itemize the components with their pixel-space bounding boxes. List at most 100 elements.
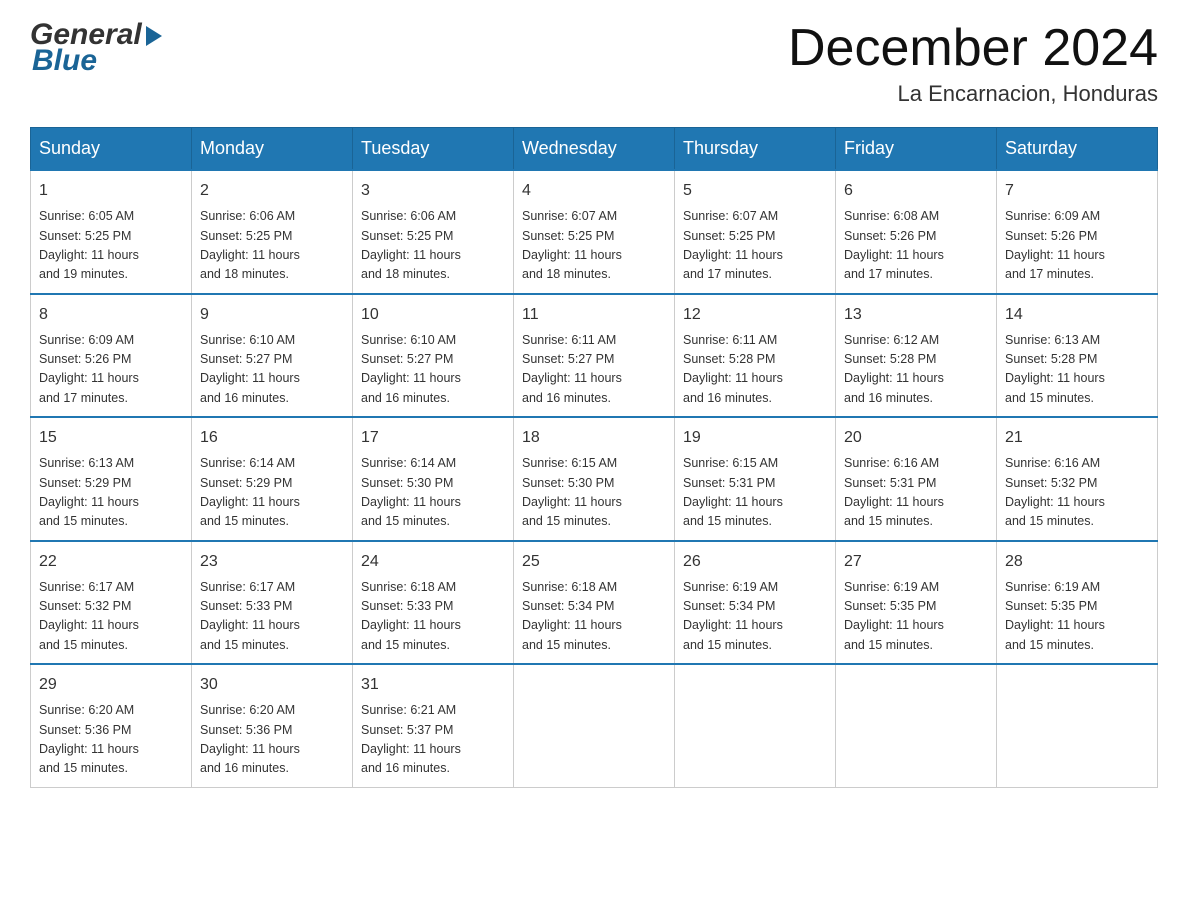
day-number: 15 — [39, 426, 183, 450]
calendar-day-cell: 26 Sunrise: 6:19 AMSunset: 5:34 PMDayligh… — [675, 541, 836, 665]
logo-chevron-icon — [146, 26, 162, 46]
day-number: 1 — [39, 179, 183, 203]
day-info: Sunrise: 6:08 AMSunset: 5:26 PMDaylight:… — [844, 207, 988, 285]
calendar-day-header: Monday — [192, 128, 353, 171]
day-info: Sunrise: 6:11 AMSunset: 5:28 PMDaylight:… — [683, 331, 827, 409]
day-info: Sunrise: 6:21 AMSunset: 5:37 PMDaylight:… — [361, 701, 505, 779]
day-number: 21 — [1005, 426, 1149, 450]
calendar-day-cell — [997, 664, 1158, 787]
calendar-day-cell: 19 Sunrise: 6:15 AMSunset: 5:31 PMDayligh… — [675, 417, 836, 541]
calendar-day-cell: 30 Sunrise: 6:20 AMSunset: 5:36 PMDayligh… — [192, 664, 353, 787]
calendar-day-cell: 31 Sunrise: 6:21 AMSunset: 5:37 PMDayligh… — [353, 664, 514, 787]
day-info: Sunrise: 6:10 AMSunset: 5:27 PMDaylight:… — [361, 331, 505, 409]
day-number: 16 — [200, 426, 344, 450]
day-info: Sunrise: 6:15 AMSunset: 5:31 PMDaylight:… — [683, 454, 827, 532]
day-info: Sunrise: 6:17 AMSunset: 5:33 PMDaylight:… — [200, 578, 344, 656]
day-number: 31 — [361, 673, 505, 697]
day-number: 9 — [200, 303, 344, 327]
day-number: 10 — [361, 303, 505, 327]
day-info: Sunrise: 6:19 AMSunset: 5:34 PMDaylight:… — [683, 578, 827, 656]
day-number: 19 — [683, 426, 827, 450]
day-number: 30 — [200, 673, 344, 697]
day-info: Sunrise: 6:20 AMSunset: 5:36 PMDaylight:… — [39, 701, 183, 779]
calendar-day-cell — [675, 664, 836, 787]
calendar-day-cell: 1 Sunrise: 6:05 AMSunset: 5:25 PMDaylight… — [31, 170, 192, 294]
calendar-day-cell: 14 Sunrise: 6:13 AMSunset: 5:28 PMDayligh… — [997, 294, 1158, 418]
calendar-week-row: 15 Sunrise: 6:13 AMSunset: 5:29 PMDayligh… — [31, 417, 1158, 541]
day-number: 20 — [844, 426, 988, 450]
day-number: 22 — [39, 550, 183, 574]
calendar-day-cell: 24Sunrise: 6:18 AMSunset: 5:33 PMDayligh… — [353, 541, 514, 665]
day-number: 26 — [683, 550, 827, 574]
calendar-day-cell: 21 Sunrise: 6:16 AMSunset: 5:32 PMDayligh… — [997, 417, 1158, 541]
day-info: Sunrise: 6:16 AMSunset: 5:31 PMDaylight:… — [844, 454, 988, 532]
day-number: 14 — [1005, 303, 1149, 327]
day-info: Sunrise: 6:13 AMSunset: 5:29 PMDaylight:… — [39, 454, 183, 532]
day-info: Sunrise: 6:19 AMSunset: 5:35 PMDaylight:… — [1005, 578, 1149, 656]
day-number: 11 — [522, 303, 666, 327]
day-number: 6 — [844, 179, 988, 203]
day-info: Sunrise: 6:09 AMSunset: 5:26 PMDaylight:… — [1005, 207, 1149, 285]
calendar-header-row: SundayMondayTuesdayWednesdayThursdayFrid… — [31, 128, 1158, 171]
day-info: Sunrise: 6:16 AMSunset: 5:32 PMDaylight:… — [1005, 454, 1149, 532]
day-number: 12 — [683, 303, 827, 327]
calendar-day-cell: 5Sunrise: 6:07 AMSunset: 5:25 PMDaylight… — [675, 170, 836, 294]
calendar-day-cell: 23 Sunrise: 6:17 AMSunset: 5:33 PMDayligh… — [192, 541, 353, 665]
day-info: Sunrise: 6:18 AMSunset: 5:33 PMDaylight:… — [361, 578, 505, 656]
day-info: Sunrise: 6:15 AMSunset: 5:30 PMDaylight:… — [522, 454, 666, 532]
day-number: 29 — [39, 673, 183, 697]
day-info: Sunrise: 6:06 AMSunset: 5:25 PMDaylight:… — [200, 207, 344, 285]
day-number: 23 — [200, 550, 344, 574]
day-info: Sunrise: 6:07 AMSunset: 5:25 PMDaylight:… — [522, 207, 666, 285]
calendar-day-cell: 6 Sunrise: 6:08 AMSunset: 5:26 PMDaylight… — [836, 170, 997, 294]
day-info: Sunrise: 6:20 AMSunset: 5:36 PMDaylight:… — [200, 701, 344, 779]
calendar-day-header: Friday — [836, 128, 997, 171]
day-number: 25 — [522, 550, 666, 574]
day-info: Sunrise: 6:10 AMSunset: 5:27 PMDaylight:… — [200, 331, 344, 409]
calendar-day-cell: 3 Sunrise: 6:06 AMSunset: 5:25 PMDaylight… — [353, 170, 514, 294]
logo-blue-text: Blue — [32, 46, 97, 76]
day-info: Sunrise: 6:05 AMSunset: 5:25 PMDaylight:… — [39, 207, 183, 285]
day-number: 27 — [844, 550, 988, 574]
calendar-day-header: Saturday — [997, 128, 1158, 171]
month-title: December 2024 — [788, 20, 1158, 77]
page-header: General Blue December 2024 La Encarnacio… — [30, 20, 1158, 107]
calendar-day-cell: 15 Sunrise: 6:13 AMSunset: 5:29 PMDayligh… — [31, 417, 192, 541]
day-info: Sunrise: 6:14 AMSunset: 5:29 PMDaylight:… — [200, 454, 344, 532]
calendar-day-cell: 9 Sunrise: 6:10 AMSunset: 5:27 PMDaylight… — [192, 294, 353, 418]
calendar-day-cell: 11 Sunrise: 6:11 AMSunset: 5:27 PMDayligh… — [514, 294, 675, 418]
calendar-day-cell: 20 Sunrise: 6:16 AMSunset: 5:31 PMDayligh… — [836, 417, 997, 541]
day-info: Sunrise: 6:13 AMSunset: 5:28 PMDaylight:… — [1005, 331, 1149, 409]
day-info: Sunrise: 6:11 AMSunset: 5:27 PMDaylight:… — [522, 331, 666, 409]
calendar-day-cell: 10 Sunrise: 6:10 AMSunset: 5:27 PMDayligh… — [353, 294, 514, 418]
calendar-week-row: 29 Sunrise: 6:20 AMSunset: 5:36 PMDayligh… — [31, 664, 1158, 787]
calendar-day-cell: 12 Sunrise: 6:11 AMSunset: 5:28 PMDayligh… — [675, 294, 836, 418]
day-number: 2 — [200, 179, 344, 203]
calendar-day-cell: 8 Sunrise: 6:09 AMSunset: 5:26 PMDaylight… — [31, 294, 192, 418]
location-subtitle: La Encarnacion, Honduras — [788, 81, 1158, 107]
calendar-day-cell — [514, 664, 675, 787]
calendar-day-cell: 16 Sunrise: 6:14 AMSunset: 5:29 PMDayligh… — [192, 417, 353, 541]
day-number: 18 — [522, 426, 666, 450]
calendar-day-cell: 22 Sunrise: 6:17 AMSunset: 5:32 PMDayligh… — [31, 541, 192, 665]
day-info: Sunrise: 6:18 AMSunset: 5:34 PMDaylight:… — [522, 578, 666, 656]
day-info: Sunrise: 6:12 AMSunset: 5:28 PMDaylight:… — [844, 331, 988, 409]
calendar-day-cell: 29 Sunrise: 6:20 AMSunset: 5:36 PMDayligh… — [31, 664, 192, 787]
day-info: Sunrise: 6:17 AMSunset: 5:32 PMDaylight:… — [39, 578, 183, 656]
calendar-day-cell: 2 Sunrise: 6:06 AMSunset: 5:25 PMDaylight… — [192, 170, 353, 294]
calendar-day-cell: 28Sunrise: 6:19 AMSunset: 5:35 PMDayligh… — [997, 541, 1158, 665]
day-number: 13 — [844, 303, 988, 327]
day-number: 3 — [361, 179, 505, 203]
calendar-day-cell: 4Sunrise: 6:07 AMSunset: 5:25 PMDaylight… — [514, 170, 675, 294]
day-info: Sunrise: 6:09 AMSunset: 5:26 PMDaylight:… — [39, 331, 183, 409]
day-number: 17 — [361, 426, 505, 450]
calendar-day-header: Wednesday — [514, 128, 675, 171]
logo: General Blue — [30, 20, 162, 76]
day-number: 5 — [683, 179, 827, 203]
day-number: 8 — [39, 303, 183, 327]
calendar-week-row: 22 Sunrise: 6:17 AMSunset: 5:32 PMDayligh… — [31, 541, 1158, 665]
calendar-day-cell: 13 Sunrise: 6:12 AMSunset: 5:28 PMDayligh… — [836, 294, 997, 418]
day-info: Sunrise: 6:06 AMSunset: 5:25 PMDaylight:… — [361, 207, 505, 285]
calendar-day-cell: 25 Sunrise: 6:18 AMSunset: 5:34 PMDayligh… — [514, 541, 675, 665]
calendar-day-cell: 18 Sunrise: 6:15 AMSunset: 5:30 PMDayligh… — [514, 417, 675, 541]
